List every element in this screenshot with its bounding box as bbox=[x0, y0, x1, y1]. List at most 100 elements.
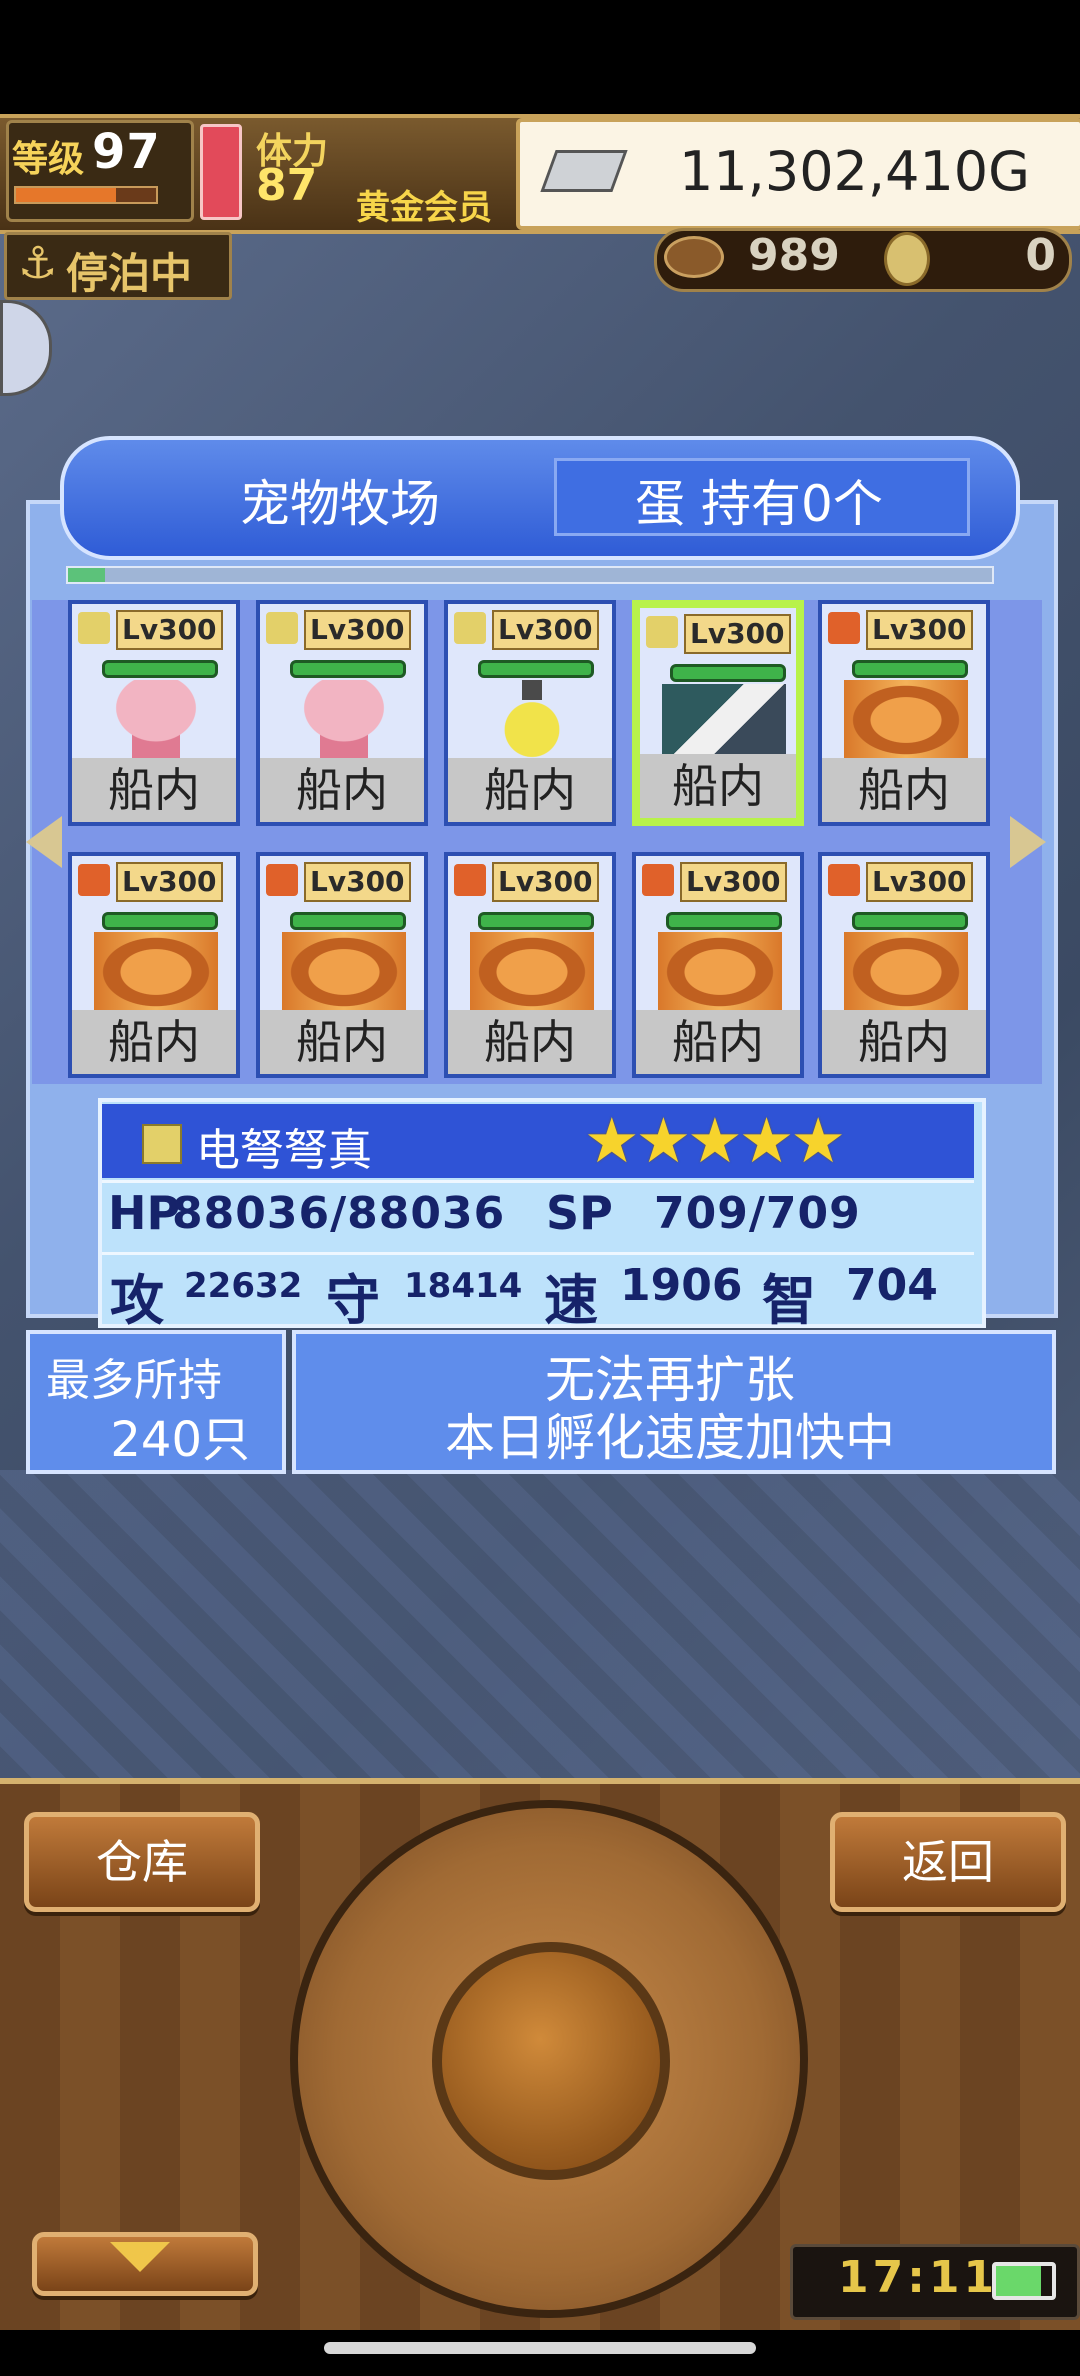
level-label: 等级 bbox=[12, 139, 85, 180]
sp-value: 709/709 bbox=[654, 1188, 861, 1239]
pet-location: 船内 bbox=[822, 1010, 986, 1074]
castle-wall-background bbox=[0, 1470, 1080, 1780]
pet-location: 船内 bbox=[260, 1010, 424, 1074]
pet-card[interactable]: Lv300 船内 bbox=[632, 600, 804, 826]
pet-level: Lv300 bbox=[866, 862, 973, 902]
pet-card[interactable]: Lv300 船内 bbox=[444, 600, 616, 826]
pet-location: 船内 bbox=[640, 754, 796, 818]
warehouse-button[interactable]: 仓库 bbox=[24, 1812, 260, 1912]
pet-hp-bar bbox=[478, 660, 594, 678]
pet-hp-bar bbox=[478, 912, 594, 930]
home-indicator[interactable] bbox=[324, 2342, 756, 2354]
pet-card[interactable]: Lv300 船内 bbox=[818, 600, 990, 826]
coin-icon bbox=[884, 232, 930, 286]
level-value: 97 bbox=[92, 124, 161, 180]
hp-value: 88036/88036 bbox=[172, 1188, 506, 1239]
capacity-label: 最多所持 bbox=[46, 1355, 222, 1406]
intelligence-value: 704 bbox=[846, 1260, 938, 1311]
pink-axolotl-sprite bbox=[94, 680, 218, 760]
pink-axolotl-sprite bbox=[282, 680, 406, 760]
stamina-gauge bbox=[200, 124, 242, 220]
hp-label: HP bbox=[108, 1186, 181, 1240]
pet-hp-bar bbox=[102, 660, 218, 678]
fire-element-icon bbox=[78, 864, 110, 896]
pet-level: Lv300 bbox=[304, 862, 411, 902]
electric-element-icon bbox=[646, 616, 678, 648]
capacity-progress-fill bbox=[68, 568, 105, 582]
pet-level: Lv300 bbox=[116, 610, 223, 650]
pet-hp-bar bbox=[852, 660, 968, 678]
chevron-down-icon bbox=[110, 2242, 170, 2272]
clock-time: 17:11 bbox=[838, 2252, 999, 2303]
orange-dragon-sprite bbox=[658, 932, 782, 1012]
pet-card[interactable]: Lv300 船内 bbox=[256, 852, 428, 1078]
pet-level: Lv300 bbox=[680, 862, 787, 902]
pet-name: 电弩弩真 bbox=[196, 1125, 372, 1176]
electric-element-icon bbox=[142, 1124, 182, 1164]
orange-dragon-sprite bbox=[282, 932, 406, 1012]
orange-dragon-sprite bbox=[844, 680, 968, 760]
attack-label: 攻 bbox=[110, 1269, 164, 1332]
pet-level: Lv300 bbox=[866, 610, 973, 650]
dpad-center-button[interactable] bbox=[432, 1942, 670, 2180]
expand-message-line2: 本日孵化速度加快中 bbox=[445, 1409, 895, 1467]
back-button[interactable]: 返回 bbox=[830, 1812, 1066, 1912]
speed-value: 1906 bbox=[620, 1260, 743, 1311]
pet-card[interactable]: Lv300 船内 bbox=[68, 600, 240, 826]
fire-element-icon bbox=[454, 864, 486, 896]
pet-location: 船内 bbox=[636, 1010, 800, 1074]
coin-count: 0 bbox=[1025, 230, 1056, 281]
pet-card[interactable]: Lv300 船内 bbox=[632, 852, 804, 1078]
pet-location: 船内 bbox=[72, 1010, 236, 1074]
pet-level: Lv300 bbox=[684, 614, 791, 654]
pet-location: 船内 bbox=[822, 758, 986, 822]
pet-hp-bar bbox=[670, 664, 786, 682]
pet-level: Lv300 bbox=[492, 610, 599, 650]
exp-bar-fill bbox=[16, 188, 116, 202]
electric-element-icon bbox=[266, 612, 298, 644]
dock-status-label: 停泊中 bbox=[66, 249, 193, 298]
fire-element-icon bbox=[828, 864, 860, 896]
pet-card[interactable]: Lv300 船内 bbox=[68, 852, 240, 1078]
capacity-progress-bar bbox=[66, 566, 994, 584]
speed-label: 速 bbox=[544, 1269, 598, 1332]
electric-element-icon bbox=[78, 612, 110, 644]
fish-count: 989 bbox=[748, 230, 840, 281]
ranch-title: 宠物牧场 bbox=[240, 475, 440, 533]
pet-rarity-stars: ★★★★★ bbox=[584, 1104, 846, 1177]
defense-value: 18414 bbox=[404, 1266, 523, 1306]
pet-location: 船内 bbox=[72, 758, 236, 822]
pet-level: Lv300 bbox=[304, 610, 411, 650]
capacity-value: 240只 bbox=[110, 1412, 250, 1468]
pet-card[interactable]: Lv300 船内 bbox=[818, 852, 990, 1078]
pet-level: Lv300 bbox=[492, 862, 599, 902]
orange-dragon-sprite bbox=[844, 932, 968, 1012]
stamina-value: 87 bbox=[256, 160, 318, 211]
gold-amount: 11,302,410G bbox=[678, 140, 1030, 203]
egg-count-text: 蛋 持有0个 bbox=[635, 475, 883, 533]
attack-value: 22632 bbox=[184, 1266, 303, 1306]
orange-dragon-sprite bbox=[470, 932, 594, 1012]
pet-level: Lv300 bbox=[116, 862, 223, 902]
intelligence-label: 智 bbox=[762, 1269, 816, 1332]
anchor-icon: ⚓ bbox=[18, 238, 58, 289]
fire-element-icon bbox=[266, 864, 298, 896]
pet-location: 船内 bbox=[448, 1010, 612, 1074]
pet-hp-bar bbox=[290, 660, 406, 678]
battery-icon bbox=[992, 2262, 1056, 2300]
fish-icon bbox=[664, 236, 724, 278]
pet-location: 船内 bbox=[260, 758, 424, 822]
pet-card[interactable]: Lv300 船内 bbox=[444, 852, 616, 1078]
pet-card[interactable]: Lv300 船内 bbox=[256, 600, 428, 826]
pet-hp-bar bbox=[290, 912, 406, 930]
sp-label: SP bbox=[546, 1186, 613, 1240]
electric-element-icon bbox=[454, 612, 486, 644]
page-left-arrow-icon[interactable] bbox=[26, 816, 62, 868]
pet-hp-bar bbox=[666, 912, 782, 930]
defense-label: 守 bbox=[326, 1269, 380, 1332]
pet-hp-bar bbox=[852, 912, 968, 930]
teal-griffin-sprite bbox=[662, 684, 786, 764]
fire-element-icon bbox=[642, 864, 674, 896]
page-right-arrow-icon[interactable] bbox=[1010, 816, 1046, 868]
membership-badge: 黄金会员 bbox=[356, 188, 492, 228]
